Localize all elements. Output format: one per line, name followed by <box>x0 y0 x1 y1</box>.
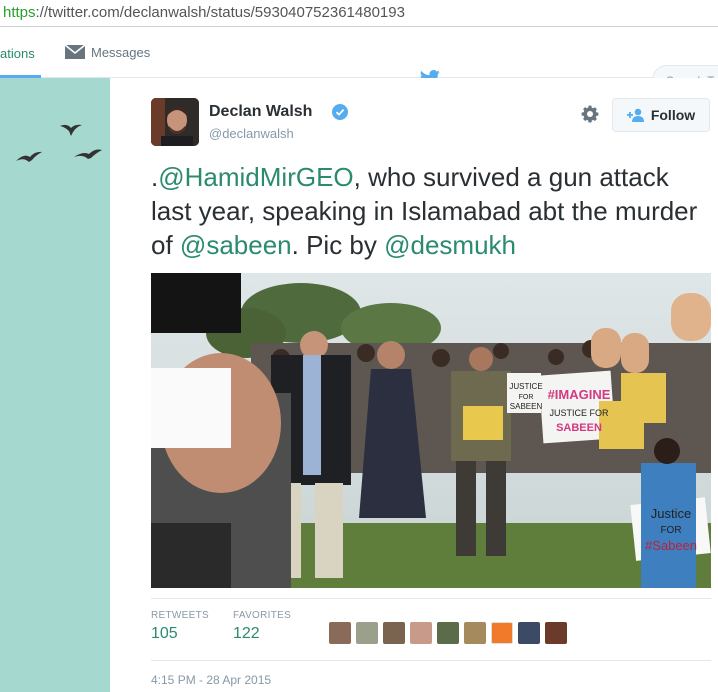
author-handle[interactable]: @declanwalsh <box>209 126 294 141</box>
divider <box>151 598 711 599</box>
divider <box>151 660 711 661</box>
favorites-count: 122 <box>233 625 260 642</box>
url-path: ://twitter.com/declanwalsh/status/593040… <box>35 4 405 21</box>
url-scheme: https <box>3 4 36 21</box>
gear-icon[interactable] <box>580 104 600 124</box>
tweet-photo[interactable]: #IMAGINE JUSTICE FOR SABEEN Justice FOR … <box>151 273 711 588</box>
verified-badge-icon <box>332 104 348 120</box>
follow-button[interactable]: Follow <box>612 98 710 132</box>
retweets-stat[interactable]: RETWEETS 105 <box>151 610 209 643</box>
nav-notifications-tab[interactable]: ations <box>0 27 41 78</box>
mention-link[interactable]: @desmukh <box>384 230 516 260</box>
follow-label: Follow <box>650 107 696 123</box>
favoriter-avatar[interactable] <box>329 622 351 644</box>
tweet-text: .@HamidMirGEO, who survived a gun attack… <box>151 160 711 262</box>
flying-bird-icon <box>74 149 102 159</box>
flying-bird-icon <box>60 124 82 136</box>
favoriter-avatar[interactable] <box>383 622 405 644</box>
favorites-label: FAVORITES <box>233 610 292 621</box>
protest-sign-text: FOR <box>519 394 534 401</box>
favoriter-avatar[interactable] <box>464 622 486 644</box>
avatar[interactable] <box>151 98 199 146</box>
protest-sign-text: #Sabeen <box>645 538 697 553</box>
address-bar[interactable]: https://twitter.com/declanwalsh/status/5… <box>0 0 718 27</box>
tweet-timestamp[interactable]: 4:15 PM - 28 Apr 2015 <box>151 673 271 687</box>
text-body: . Pic by <box>291 230 385 260</box>
protest-sign-text: #IMAGINE <box>548 387 611 402</box>
retweets-count: 105 <box>151 625 178 642</box>
favorites-stat[interactable]: FAVORITES 122 <box>233 610 291 643</box>
favoriter-avatar[interactable] <box>545 622 567 644</box>
mention-link[interactable]: @sabeen <box>180 230 292 260</box>
protest-photo: #IMAGINE JUSTICE FOR SABEEN Justice FOR … <box>151 273 711 588</box>
protest-sign-text: Justice <box>651 506 691 521</box>
mention-link[interactable]: @HamidMirGEO <box>158 162 353 192</box>
protest-sign-text: FOR <box>660 525 681 536</box>
top-navigation: ations Messages Search Tv <box>0 27 718 95</box>
add-user-icon <box>626 108 644 122</box>
favoriter-avatar[interactable] <box>518 622 540 644</box>
tweet-card: Declan Walsh @declanwalsh Follow .@Hamid… <box>111 78 718 692</box>
envelope-icon <box>64 44 86 59</box>
nav-messages-tab[interactable]: Messages <box>64 27 150 77</box>
author-name[interactable]: Declan Walsh <box>209 103 312 121</box>
protest-sign-text: JUSTICE FOR <box>549 408 609 418</box>
protest-sign-text: SABEEN <box>556 422 602 434</box>
favoriter-avatar[interactable] <box>437 622 459 644</box>
profile-photo <box>151 98 199 146</box>
retweets-label: RETWEETS <box>151 610 209 621</box>
profile-background <box>0 78 110 692</box>
favoriter-avatar[interactable] <box>491 622 513 644</box>
protest-sign-text: SABEEN <box>510 402 543 411</box>
messages-label: Messages <box>91 44 151 60</box>
favoriter-avatars <box>329 622 572 644</box>
favoriter-avatar[interactable] <box>410 622 432 644</box>
flying-bird-icon <box>16 151 42 162</box>
favoriter-avatar[interactable] <box>356 622 378 644</box>
